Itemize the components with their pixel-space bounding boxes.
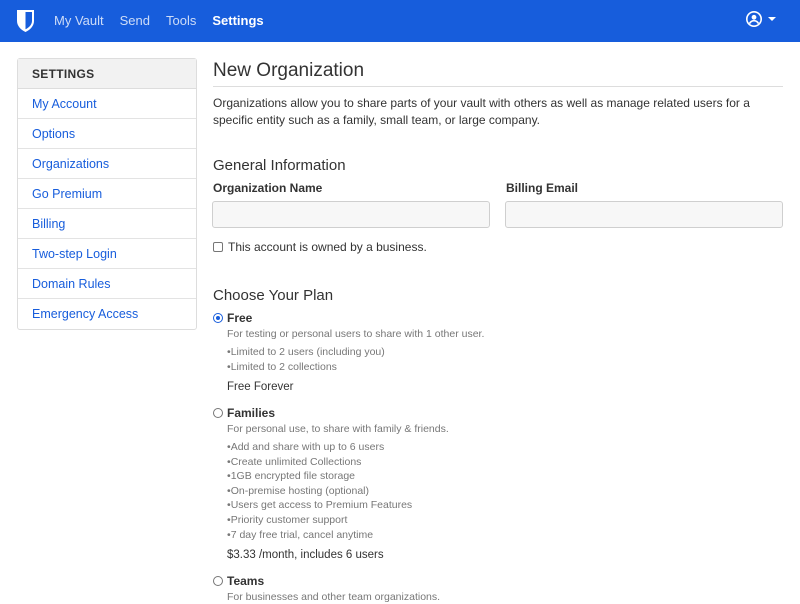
- page-title: New Organization: [213, 58, 783, 87]
- organization-name-label: Organization Name: [213, 181, 323, 195]
- plan-free-name: Free: [227, 311, 253, 325]
- nav-tools[interactable]: Tools: [158, 0, 204, 42]
- nav-links: My Vault Send Tools Settings: [46, 0, 272, 42]
- plan-feature: On-premise hosting (optional): [227, 484, 783, 499]
- account-menu[interactable]: [746, 11, 776, 27]
- caret-down-icon: [768, 17, 776, 21]
- plan-feature: 7 day free trial, cancel anytime: [227, 528, 783, 543]
- plan-families-price: $3.33 /month, includes 6 users: [227, 549, 384, 562]
- plan-teams-description: For businesses and other team organizati…: [227, 591, 441, 603]
- nav-settings[interactable]: Settings: [204, 0, 271, 42]
- nav-my-vault[interactable]: My Vault: [46, 0, 112, 42]
- settings-sidebar: SETTINGS My Account Options Organization…: [17, 58, 197, 330]
- plan-teams-radio[interactable]: [213, 576, 223, 586]
- bitwarden-logo-icon[interactable]: [16, 9, 35, 33]
- plan-feature: Limited to 2 users (including you): [227, 345, 783, 360]
- sidebar-item-domain-rules[interactable]: Domain Rules: [18, 269, 196, 299]
- sidebar-item-my-account[interactable]: My Account: [18, 89, 196, 119]
- plan-families-radio[interactable]: [213, 408, 223, 418]
- sidebar-item-organizations[interactable]: Organizations: [18, 149, 196, 179]
- sidebar-header: SETTINGS: [18, 59, 196, 89]
- plan-feature: Priority customer support: [227, 513, 783, 528]
- plan-families-name: Families: [227, 406, 276, 420]
- plan-families-description: For personal use, to share with family &…: [227, 423, 449, 435]
- billing-email-label: Billing Email: [506, 181, 579, 195]
- plan-feature: Users get access to Premium Features: [227, 498, 783, 513]
- business-checkbox[interactable]: [213, 242, 223, 252]
- plan-free-price: Free Forever: [227, 381, 294, 394]
- main-content: New Organization Organizations allow you…: [213, 58, 783, 129]
- plan-families[interactable]: Families For personal use, to share with…: [213, 406, 783, 561]
- business-checkbox-row[interactable]: This account is owned by a business.: [213, 240, 427, 254]
- sidebar-item-two-step-login[interactable]: Two-step Login: [18, 239, 196, 269]
- top-navbar: My Vault Send Tools Settings: [0, 0, 800, 42]
- plan-free-radio[interactable]: [213, 313, 223, 323]
- sidebar-item-emergency-access[interactable]: Emergency Access: [18, 299, 196, 329]
- plan-feature: Add and share with up to 6 users: [227, 440, 783, 455]
- plan-feature: Create unlimited Collections: [227, 455, 783, 470]
- organization-name-input[interactable]: [212, 201, 490, 228]
- plan-teams-name: Teams: [227, 574, 265, 588]
- intro-text: Organizations allow you to share parts o…: [213, 96, 750, 127]
- plan-feature: Limited to 2 collections: [227, 360, 783, 375]
- business-checkbox-label: This account is owned by a business.: [228, 240, 427, 254]
- plan-free-features: Limited to 2 users (including you) Limit…: [227, 345, 783, 374]
- user-circle-icon: [746, 11, 762, 27]
- sidebar-item-go-premium[interactable]: Go Premium: [18, 179, 196, 209]
- sidebar-item-billing[interactable]: Billing: [18, 209, 196, 239]
- plan-free[interactable]: Free For testing or personal users to sh…: [213, 311, 783, 393]
- plan-families-features: Add and share with up to 6 users Create …: [227, 440, 783, 542]
- sidebar-item-options[interactable]: Options: [18, 119, 196, 149]
- plan-feature: 1GB encrypted file storage: [227, 469, 783, 484]
- plan-free-description: For testing or personal users to share w…: [227, 328, 485, 340]
- billing-email-input[interactable]: [505, 201, 783, 228]
- choose-plan-heading: Choose Your Plan: [213, 287, 334, 304]
- nav-send[interactable]: Send: [112, 0, 158, 42]
- general-information-heading: General Information: [213, 157, 346, 174]
